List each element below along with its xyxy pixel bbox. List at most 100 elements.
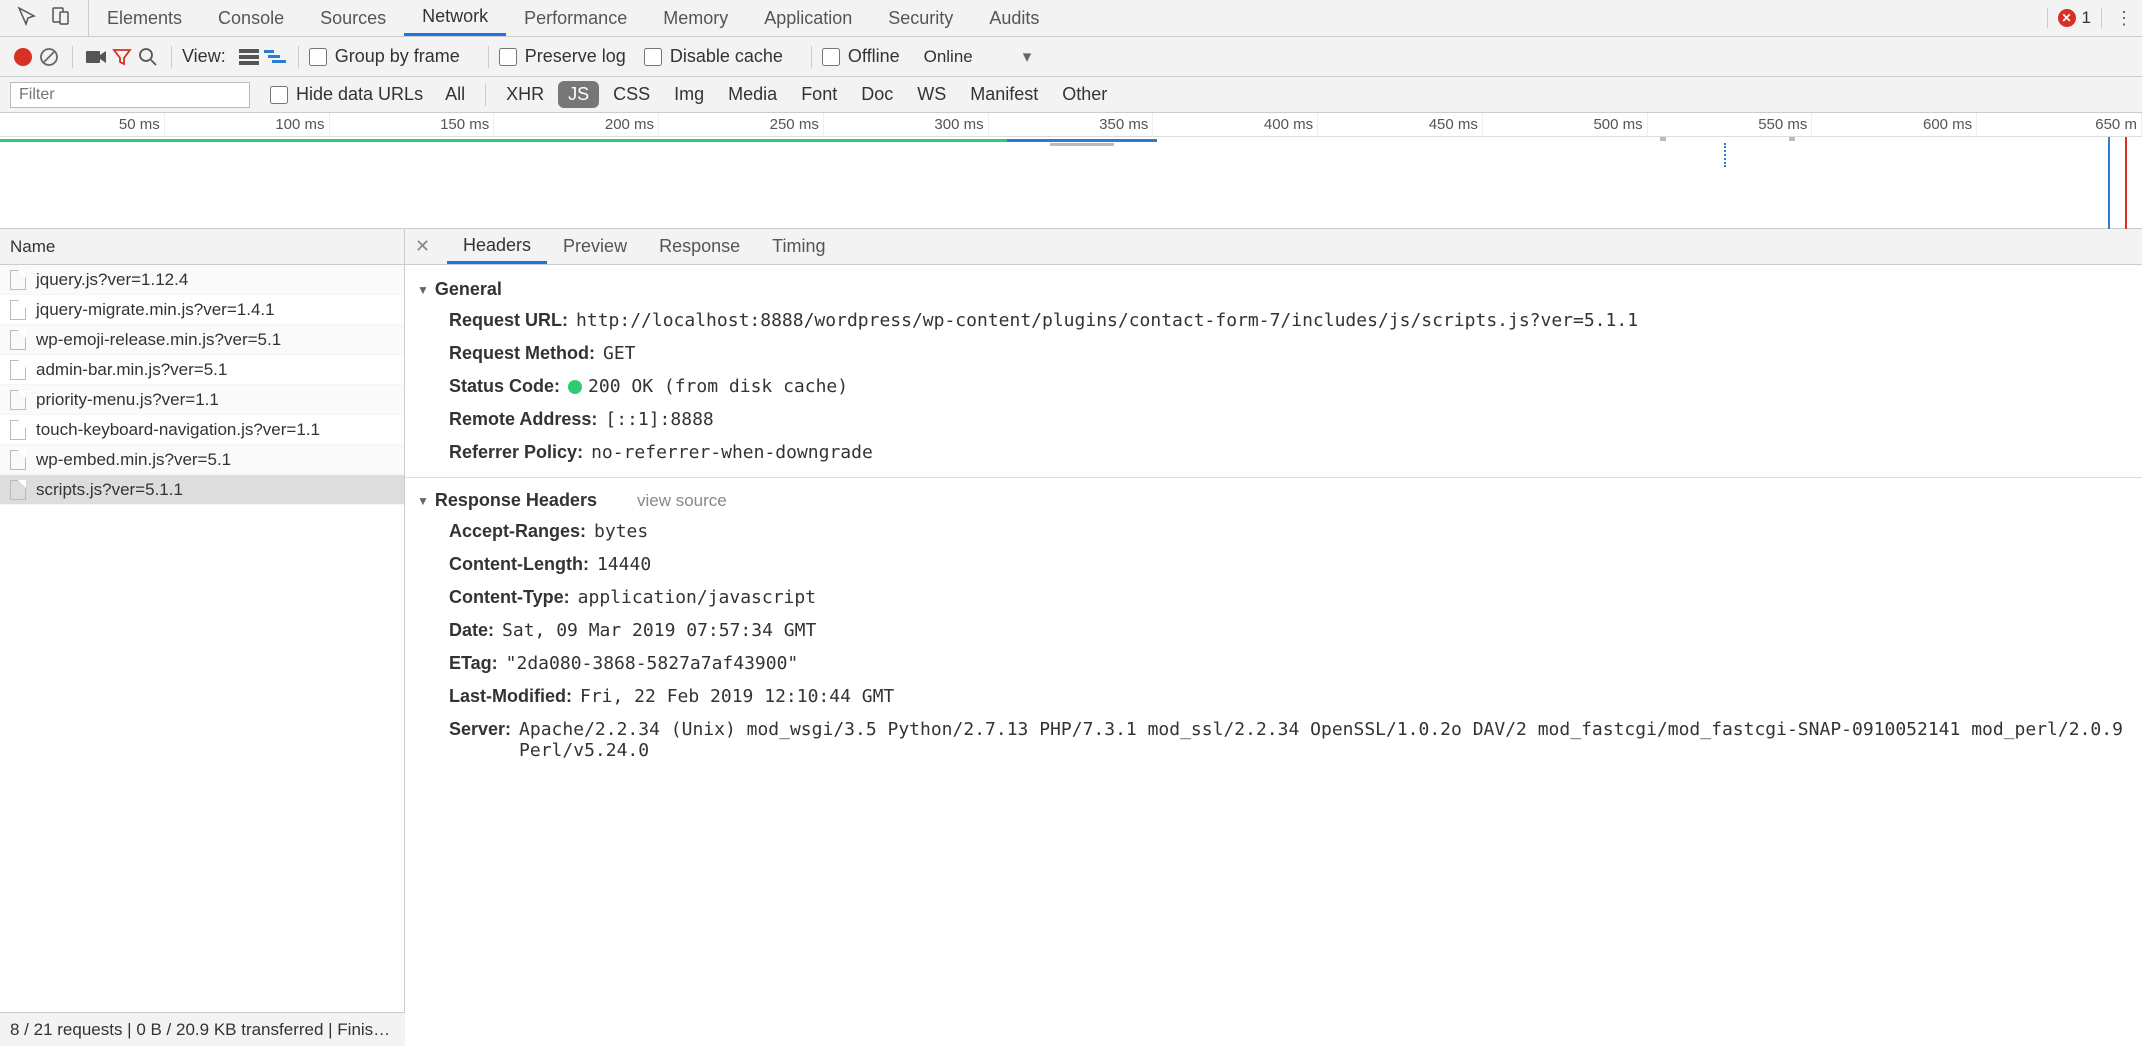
file-icon (10, 480, 26, 500)
type-filter-manifest[interactable]: Manifest (960, 81, 1048, 108)
filter-icon[interactable] (109, 44, 135, 70)
inspect-element-icon[interactable] (10, 5, 44, 32)
header-key: ETag: (449, 653, 498, 674)
panel-tab-security[interactable]: Security (870, 0, 971, 36)
type-filter-all[interactable]: All (435, 81, 475, 108)
header-value: Fri, 22 Feb 2019 12:10:44 GMT (580, 686, 894, 707)
request-name: wp-emoji-release.min.js?ver=5.1 (36, 330, 281, 350)
record-button[interactable] (10, 44, 36, 70)
throttling-select[interactable]: Online (924, 47, 973, 67)
waterfall-icon[interactable] (262, 44, 288, 70)
filter-input[interactable] (10, 82, 250, 108)
request-details-panel: ✕ HeadersPreviewResponseTiming ▼ General… (405, 229, 2142, 1012)
type-filter-other[interactable]: Other (1052, 81, 1117, 108)
timeline-tick: 450 ms (1318, 113, 1483, 136)
status-dot-icon (568, 380, 582, 394)
panel-tab-console[interactable]: Console (200, 0, 302, 36)
request-row[interactable]: admin-bar.min.js?ver=5.1 (0, 355, 404, 385)
request-row[interactable]: priority-menu.js?ver=1.1 (0, 385, 404, 415)
type-filter-xhr[interactable]: XHR (496, 81, 554, 108)
type-filter-img[interactable]: Img (664, 81, 714, 108)
type-filter-media[interactable]: Media (718, 81, 787, 108)
hide-data-urls-checkbox[interactable]: Hide data URLs (270, 84, 423, 105)
timeline-tick: 650 m (1977, 113, 2142, 136)
detail-tab-timing[interactable]: Timing (756, 229, 841, 264)
close-details-icon[interactable]: ✕ (415, 236, 435, 257)
file-icon (10, 390, 26, 410)
chevron-down-icon[interactable]: ▾ (1023, 47, 1032, 67)
error-counter[interactable]: ✕ 1 (2047, 8, 2102, 28)
request-name: jquery-migrate.min.js?ver=1.4.1 (36, 300, 275, 320)
file-icon (10, 360, 26, 380)
type-filter-doc[interactable]: Doc (851, 81, 903, 108)
network-overview-timeline[interactable]: 50 ms100 ms150 ms200 ms250 ms300 ms350 m… (0, 113, 2142, 229)
type-filter-ws[interactable]: WS (907, 81, 956, 108)
request-row[interactable]: wp-embed.min.js?ver=5.1 (0, 445, 404, 475)
panel-tab-network[interactable]: Network (404, 0, 506, 36)
type-filter-css[interactable]: CSS (603, 81, 660, 108)
request-row[interactable]: jquery-migrate.min.js?ver=1.4.1 (0, 295, 404, 325)
timeline-tick: 300 ms (824, 113, 989, 136)
timeline-tick: 150 ms (330, 113, 495, 136)
more-options-icon[interactable]: ⋮ (2112, 8, 2136, 29)
detail-tab-response[interactable]: Response (643, 229, 756, 264)
camera-icon[interactable] (83, 44, 109, 70)
header-value: Apache/2.2.34 (Unix) mod_wsgi/3.5 Python… (519, 719, 2130, 761)
clear-button[interactable] (36, 44, 62, 70)
timeline-tick: 550 ms (1648, 113, 1813, 136)
resource-type-filters: All XHRJSCSSImgMediaFontDocWSManifestOthe… (433, 81, 1119, 108)
preserve-log-checkbox[interactable]: Preserve log (499, 46, 626, 67)
devtools-panel-tabs: ElementsConsoleSourcesNetworkPerformance… (89, 0, 1057, 36)
offline-checkbox[interactable]: Offline (822, 46, 900, 67)
panel-tab-application[interactable]: Application (746, 0, 870, 36)
header-key: Last-Modified: (449, 686, 572, 707)
header-value: bytes (594, 521, 648, 542)
request-method-value: GET (603, 343, 636, 364)
header-key: Server: (449, 719, 511, 740)
file-icon (10, 420, 26, 440)
disclosure-triangle-icon: ▼ (417, 494, 429, 508)
details-tab-bar: ✕ HeadersPreviewResponseTiming (405, 229, 2142, 265)
response-headers-section-header[interactable]: ▼ Response Headers view source (405, 486, 2142, 515)
request-row[interactable]: touch-keyboard-navigation.js?ver=1.1 (0, 415, 404, 445)
request-row[interactable]: jquery.js?ver=1.12.4 (0, 265, 404, 295)
panel-tab-audits[interactable]: Audits (971, 0, 1057, 36)
panel-tab-elements[interactable]: Elements (89, 0, 200, 36)
panel-tab-performance[interactable]: Performance (506, 0, 645, 36)
detail-tab-preview[interactable]: Preview (547, 229, 643, 264)
group-by-frame-checkbox[interactable]: Group by frame (309, 46, 460, 67)
device-toggle-icon[interactable] (44, 5, 78, 32)
timeline-tick: 50 ms (0, 113, 165, 136)
request-row[interactable]: scripts.js?ver=5.1.1 (0, 475, 404, 505)
request-row[interactable]: wp-emoji-release.min.js?ver=5.1 (0, 325, 404, 355)
type-filter-font[interactable]: Font (791, 81, 847, 108)
request-url-value: http://localhost:8888/wordpress/wp-conte… (576, 310, 1638, 331)
file-icon (10, 300, 26, 320)
header-value: Sat, 09 Mar 2019 07:57:34 GMT (502, 620, 816, 641)
large-rows-icon[interactable] (236, 44, 262, 70)
panel-tab-memory[interactable]: Memory (645, 0, 746, 36)
header-value: application/javascript (578, 587, 816, 608)
network-main: Name jquery.js?ver=1.12.4 jquery-migrate.… (0, 229, 2142, 1012)
detail-tab-headers[interactable]: Headers (447, 229, 547, 264)
header-value: "2da080-3868-5827a7af43900" (506, 653, 799, 674)
search-icon[interactable] (135, 44, 161, 70)
request-list-header[interactable]: Name (0, 229, 404, 265)
request-name: jquery.js?ver=1.12.4 (36, 270, 188, 290)
header-key: Content-Type: (449, 587, 570, 608)
disable-cache-checkbox[interactable]: Disable cache (644, 46, 783, 67)
devtools-top-bar: ElementsConsoleSourcesNetworkPerformance… (0, 0, 2142, 37)
type-filter-js[interactable]: JS (558, 81, 599, 108)
file-icon (10, 330, 26, 350)
general-section-header[interactable]: ▼ General (405, 275, 2142, 304)
disclosure-triangle-icon: ▼ (417, 283, 429, 297)
request-name: admin-bar.min.js?ver=5.1 (36, 360, 227, 380)
view-label: View: (182, 46, 226, 67)
panel-tab-sources[interactable]: Sources (302, 0, 404, 36)
request-list: Name jquery.js?ver=1.12.4 jquery-migrate.… (0, 229, 405, 1012)
inspect-toggle-group (0, 0, 89, 36)
timeline-tick: 600 ms (1812, 113, 1977, 136)
network-toolbar: View: Group by frame Preserve log Disabl… (0, 37, 2142, 77)
request-name: scripts.js?ver=5.1.1 (36, 480, 183, 500)
view-source-link[interactable]: view source (637, 491, 727, 511)
